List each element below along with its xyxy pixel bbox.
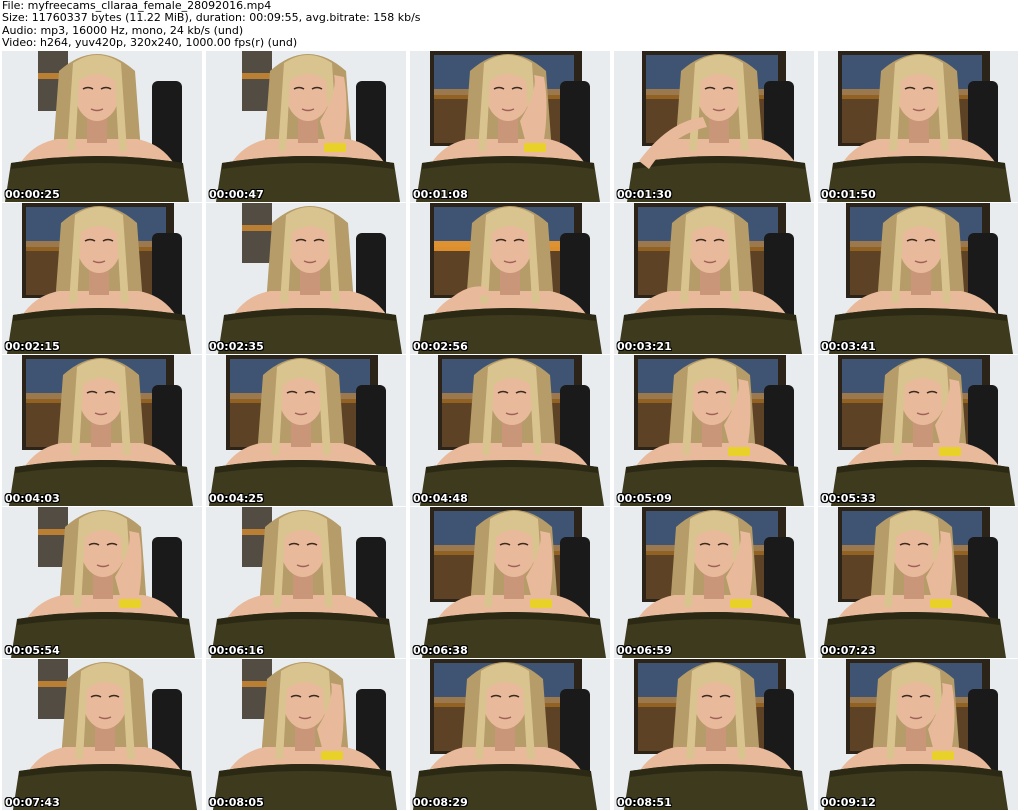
video-thumbnail: 00:00:47 <box>206 51 406 202</box>
webcam-frame-image <box>410 659 610 810</box>
video-thumbnail: 00:05:54 <box>2 507 202 658</box>
video-thumbnail: 00:08:29 <box>410 659 610 810</box>
webcam-frame-image <box>2 203 202 354</box>
webcam-frame-image <box>410 355 610 506</box>
thumbnail-timestamp: 00:08:51 <box>617 796 672 809</box>
webcam-frame-image <box>2 355 202 506</box>
thumbnail-timestamp: 00:00:25 <box>5 188 60 201</box>
thumbnail-timestamp: 00:02:56 <box>413 340 468 353</box>
webcam-frame-image <box>206 659 406 810</box>
thumbnail-timestamp: 00:02:15 <box>5 340 60 353</box>
video-info-header: File: myfreecams_cllaraa_female_28092016… <box>2 0 1022 50</box>
audio-info-line: Audio: mp3, 16000 Hz, mono, 24 kb/s (und… <box>2 24 244 37</box>
webcam-frame-image <box>2 51 202 202</box>
video-thumbnail: 00:01:08 <box>410 51 610 202</box>
video-thumbnail: 00:06:59 <box>614 507 814 658</box>
video-thumbnail: 00:00:25 <box>2 51 202 202</box>
video-thumbnail: 00:05:33 <box>818 355 1018 506</box>
video-thumbnail: 00:04:48 <box>410 355 610 506</box>
thumbnail-timestamp: 00:06:38 <box>413 644 468 657</box>
webcam-frame-image <box>410 51 610 202</box>
webcam-frame-image <box>818 507 1018 658</box>
thumbnail-grid: 00:00:25 00:00:47 00:01:08 00:01:30 00:01:50… <box>0 51 1024 811</box>
webcam-frame-image <box>2 507 202 658</box>
thumbnail-timestamp: 00:09:12 <box>821 796 876 809</box>
thumbnail-timestamp: 00:07:43 <box>5 796 60 809</box>
video-thumbnail: 00:04:25 <box>206 355 406 506</box>
video-info-line: Video: h264, yuv420p, 320x240, 1000.00 f… <box>2 37 298 50</box>
video-thumbnail: 00:08:05 <box>206 659 406 810</box>
webcam-frame-image <box>206 203 406 354</box>
webcam-frame-image <box>818 51 1018 202</box>
webcam-frame-image <box>614 507 814 658</box>
webcam-frame-image <box>614 355 814 506</box>
webcam-frame-image <box>614 659 814 810</box>
thumbnail-timestamp: 00:05:54 <box>5 644 60 657</box>
video-thumbnail: 00:07:43 <box>2 659 202 810</box>
webcam-frame-image <box>818 203 1018 354</box>
video-thumbnail: 00:06:38 <box>410 507 610 658</box>
webcam-frame-image <box>614 51 814 202</box>
thumbnail-timestamp: 00:04:03 <box>5 492 60 505</box>
video-thumbnail: 00:08:51 <box>614 659 814 810</box>
video-thumbnail: 00:05:09 <box>614 355 814 506</box>
video-thumbnail: 00:03:21 <box>614 203 814 354</box>
thumbnail-timestamp: 00:01:08 <box>413 188 468 201</box>
webcam-frame-image <box>206 507 406 658</box>
video-thumbnail: 00:02:56 <box>410 203 610 354</box>
video-thumbnail: 00:03:41 <box>818 203 1018 354</box>
thumbnail-timestamp: 00:08:05 <box>209 796 264 809</box>
webcam-frame-image <box>614 203 814 354</box>
video-thumbnail: 00:02:15 <box>2 203 202 354</box>
video-thumbnail: 00:09:12 <box>818 659 1018 810</box>
thumbnail-timestamp: 00:07:23 <box>821 644 876 657</box>
thumbnail-timestamp: 00:06:16 <box>209 644 264 657</box>
thumbnail-timestamp: 00:05:33 <box>821 492 876 505</box>
thumbnail-timestamp: 00:05:09 <box>617 492 672 505</box>
thumbnail-timestamp: 00:00:47 <box>209 188 264 201</box>
webcam-frame-image <box>2 659 202 810</box>
thumbnail-timestamp: 00:08:29 <box>413 796 468 809</box>
webcam-frame-image <box>818 659 1018 810</box>
webcam-frame-image <box>818 355 1018 506</box>
thumbnail-timestamp: 00:04:48 <box>413 492 468 505</box>
video-thumbnail: 00:04:03 <box>2 355 202 506</box>
video-thumbnail: 00:06:16 <box>206 507 406 658</box>
webcam-frame-image <box>206 355 406 506</box>
video-thumbnail: 00:01:50 <box>818 51 1018 202</box>
thumbnail-timestamp: 00:03:41 <box>821 340 876 353</box>
thumbnail-timestamp: 00:02:35 <box>209 340 264 353</box>
webcam-frame-image <box>410 203 610 354</box>
file-name-line: File: myfreecams_cllaraa_female_28092016… <box>2 0 272 12</box>
webcam-frame-image <box>206 51 406 202</box>
thumbnail-timestamp: 00:06:59 <box>617 644 672 657</box>
video-thumbnail: 00:01:30 <box>614 51 814 202</box>
thumbnail-timestamp: 00:01:30 <box>617 188 672 201</box>
video-thumbnail: 00:02:35 <box>206 203 406 354</box>
webcam-frame-image <box>410 507 610 658</box>
thumbnail-timestamp: 00:01:50 <box>821 188 876 201</box>
thumbnail-timestamp: 00:04:25 <box>209 492 264 505</box>
thumbnail-timestamp: 00:03:21 <box>617 340 672 353</box>
file-size-line: Size: 11760337 bytes (11.22 MiB), durati… <box>2 12 421 25</box>
video-thumbnail: 00:07:23 <box>818 507 1018 658</box>
